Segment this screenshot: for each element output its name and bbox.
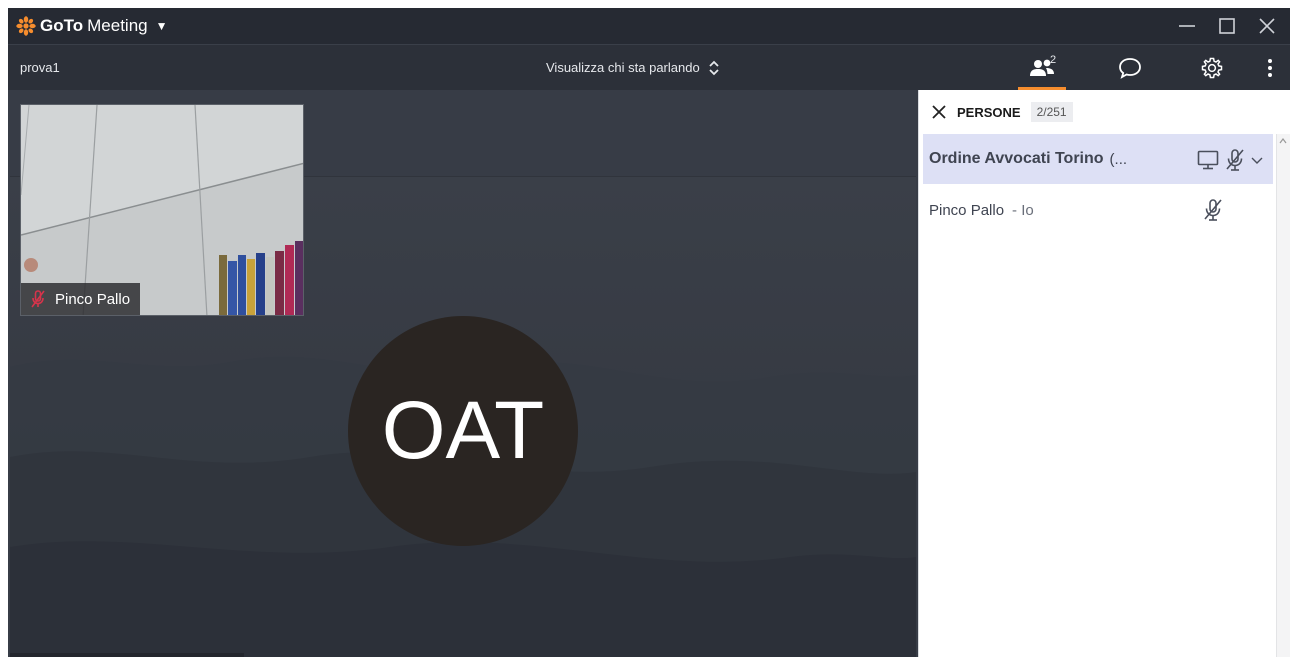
muted-mic-icon bbox=[31, 290, 45, 308]
app-menu[interactable]: GoTo Meeting ▼ bbox=[8, 16, 168, 36]
speaker-initials: OAT bbox=[381, 385, 545, 476]
brand-bold: GoTo bbox=[40, 16, 84, 35]
meeting-name: prova1 bbox=[20, 60, 60, 75]
people-panel: PERSONE 2/251 Ordine Avvocati Torino (..… bbox=[918, 90, 1290, 657]
participant-count-badge: 2/251 bbox=[1030, 102, 1073, 122]
title-bar: GoTo Meeting ▼ bbox=[8, 8, 1290, 44]
panel-title: PERSONE bbox=[957, 104, 1021, 120]
scroll-up-arrow-icon[interactable] bbox=[1279, 138, 1287, 144]
bottom-strip bbox=[10, 653, 244, 657]
video-stage: OAT Pinco Pallo bbox=[8, 90, 918, 657]
participant-name: Pinco Pallo bbox=[929, 201, 1005, 219]
screen-share-icon bbox=[1197, 150, 1219, 170]
chat-bubble-icon bbox=[1119, 57, 1141, 79]
self-name: Pinco Pallo bbox=[55, 290, 131, 308]
muted-mic-icon[interactable] bbox=[1225, 148, 1245, 172]
settings-button[interactable] bbox=[1184, 45, 1240, 90]
speaker-avatar: OAT bbox=[348, 316, 578, 546]
minimize-icon[interactable] bbox=[1178, 17, 1196, 35]
brand-light: Meeting bbox=[87, 16, 148, 35]
kebab-menu-icon bbox=[1268, 58, 1272, 77]
chevron-down-icon[interactable] bbox=[1251, 155, 1263, 165]
people-count: 2 bbox=[1050, 54, 1057, 66]
group-name: Ordine Avvocati Torino bbox=[929, 150, 1104, 167]
meeting-toolbar: prova1 Visualizza chi sta parlando 2 bbox=[8, 44, 1290, 90]
participant-self-label: - Io bbox=[1012, 201, 1034, 219]
close-icon[interactable] bbox=[1258, 17, 1276, 35]
view-mode-select[interactable]: Visualizza chi sta parlando bbox=[546, 60, 720, 76]
chat-button[interactable] bbox=[1102, 45, 1158, 90]
self-name-tag: Pinco Pallo bbox=[21, 283, 141, 315]
group-suffix: (... bbox=[1109, 150, 1128, 168]
gear-icon bbox=[1201, 57, 1223, 78]
close-panel-icon[interactable] bbox=[931, 104, 947, 120]
people-panel-header: PERSONE 2/251 bbox=[919, 90, 1290, 134]
gotomeeting-logo-icon bbox=[16, 16, 36, 36]
participant-row[interactable]: Pinco Pallo - Io bbox=[923, 194, 1273, 226]
muted-mic-icon[interactable] bbox=[1203, 198, 1223, 222]
caret-down-icon: ▼ bbox=[155, 19, 168, 33]
more-options-button[interactable] bbox=[1250, 45, 1290, 90]
maximize-icon[interactable] bbox=[1218, 17, 1236, 35]
people-button[interactable]: 2 bbox=[1012, 45, 1072, 90]
organizer-group-row[interactable]: Ordine Avvocati Torino (... bbox=[923, 134, 1273, 184]
self-video-tile[interactable]: Pinco Pallo bbox=[20, 104, 304, 316]
view-mode-label: Visualizza chi sta parlando bbox=[546, 60, 700, 75]
up-down-chevron-icon bbox=[709, 60, 719, 75]
panel-scrollbar[interactable] bbox=[1276, 134, 1290, 657]
